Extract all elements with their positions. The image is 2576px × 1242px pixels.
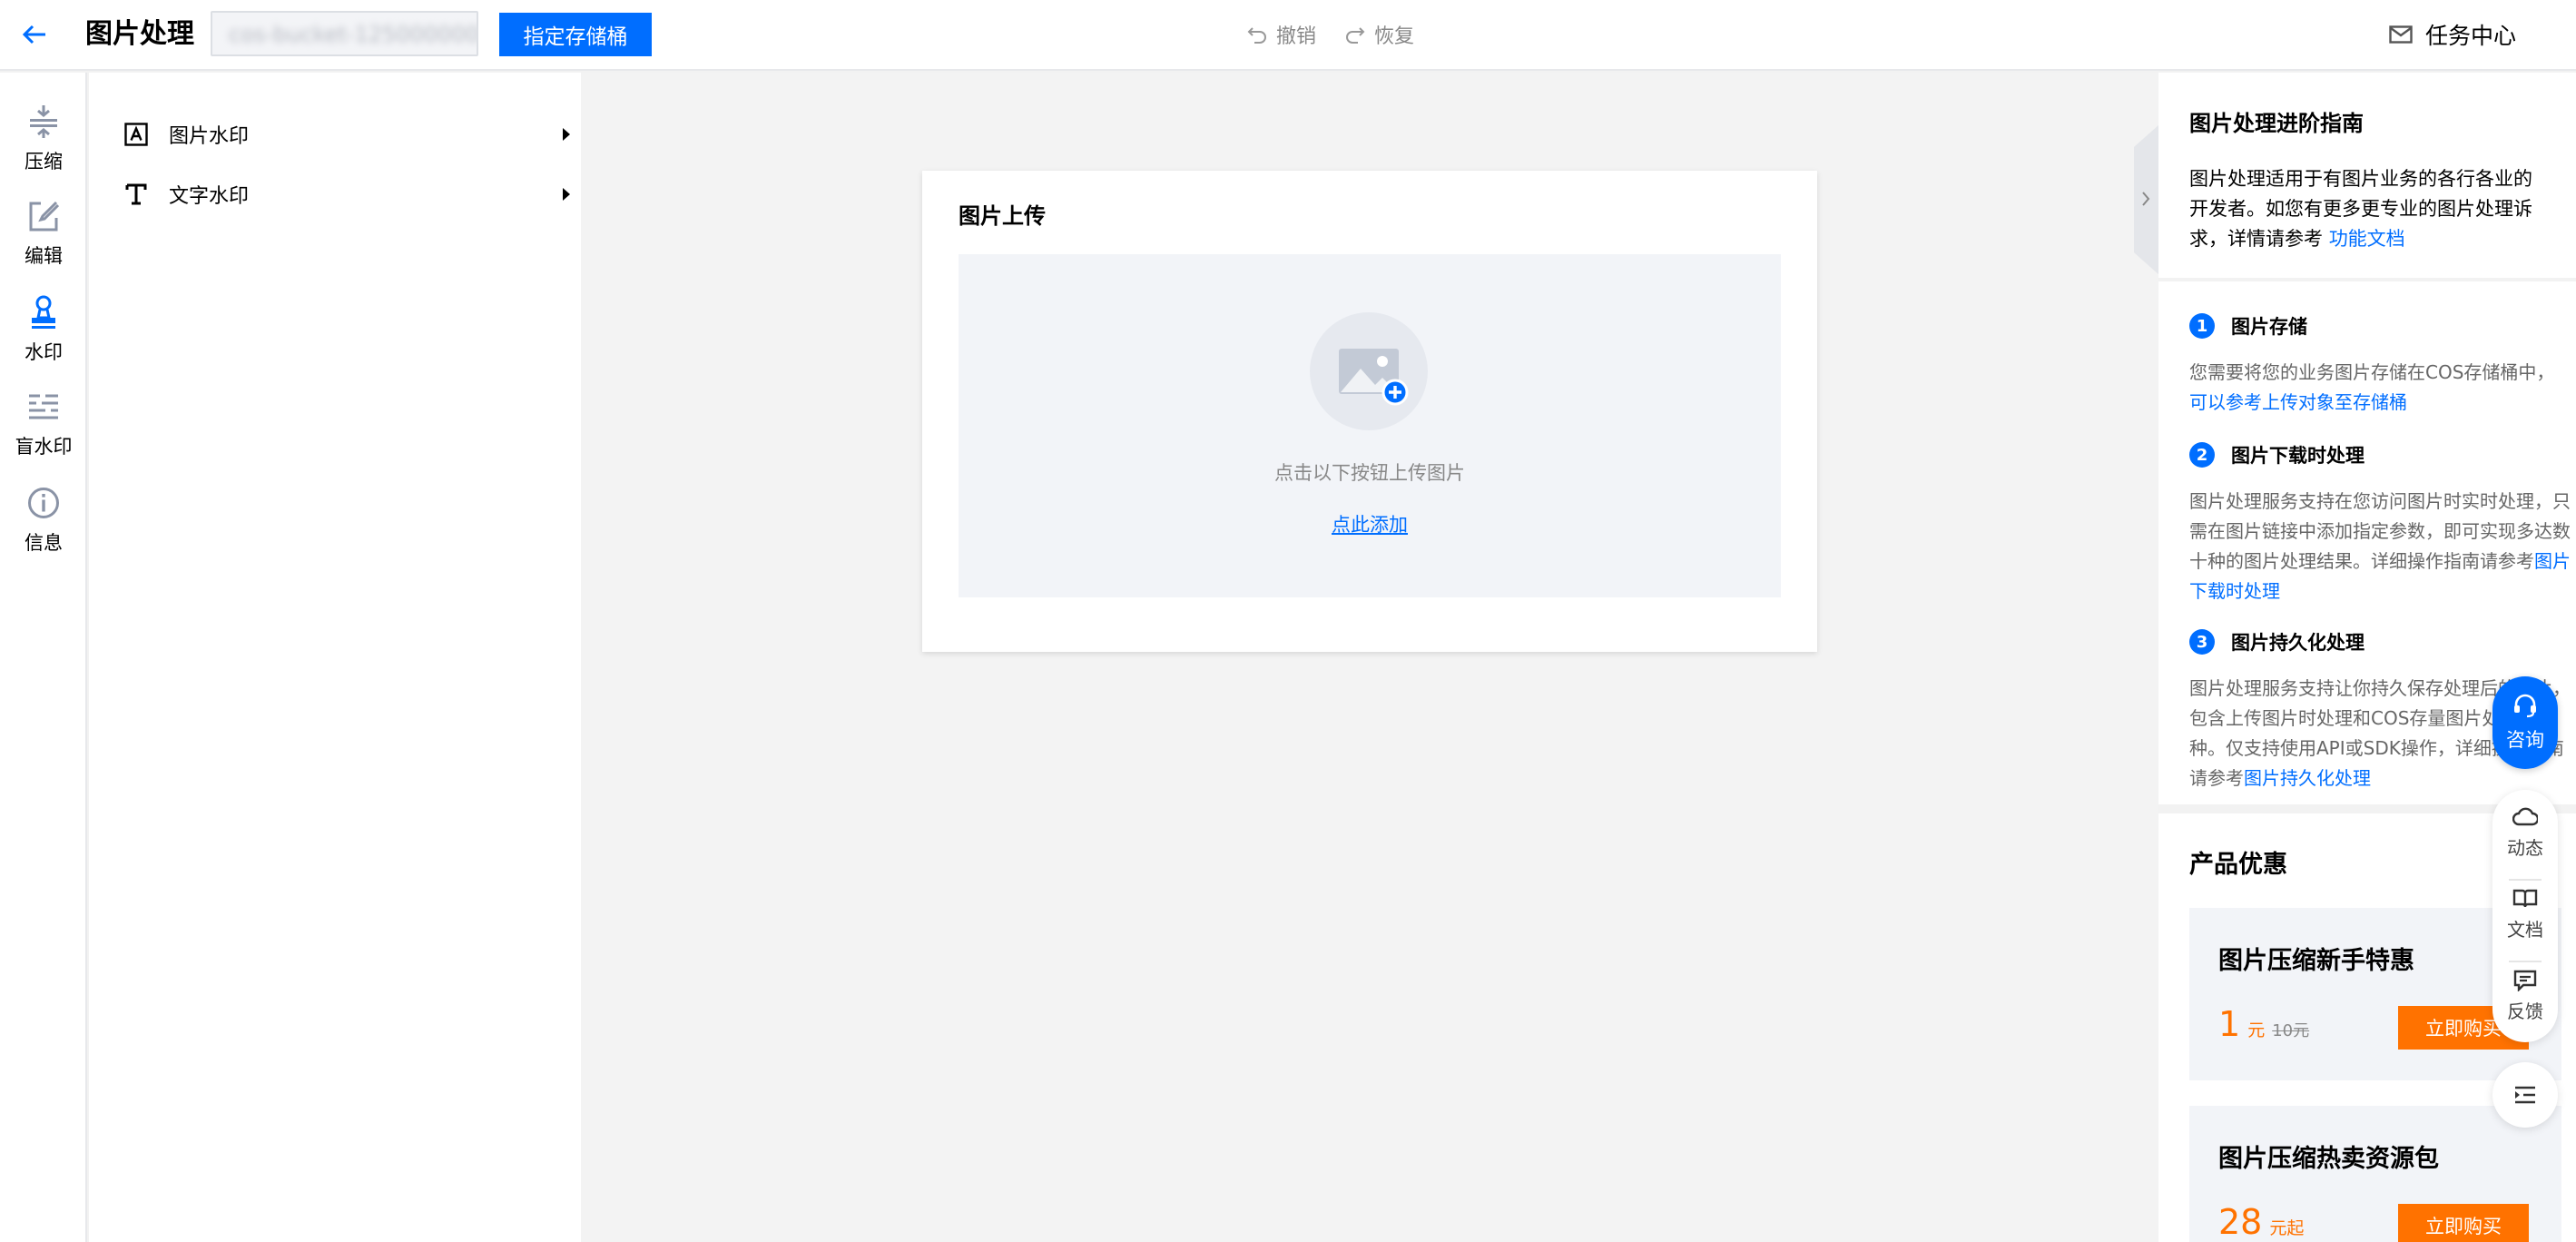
rail-item-label: 水印 — [25, 341, 63, 363]
feedback-icon — [2513, 970, 2537, 991]
step-link[interactable]: 图片持久化处理 — [2244, 767, 2371, 789]
docs-label: 文档 — [2507, 919, 2543, 941]
guide-header: 图片处理进阶指南 图片处理适用于有图片业务的各行各业的开发者。如您有更多更专业的… — [2158, 73, 2576, 278]
step-number: 3 — [2189, 629, 2215, 655]
toc-button[interactable] — [2492, 1062, 2558, 1128]
list-indent-icon — [2515, 1086, 2535, 1104]
back-button[interactable] — [16, 18, 53, 51]
step-body: 图片处理服务支持在您访问图片时实时处理，只需在图片链接中添加指定参数，即可实现多… — [2189, 487, 2571, 606]
rail-item-label: 盲水印 — [15, 436, 73, 458]
chevron-right-icon — [2142, 192, 2150, 206]
headset-icon — [2514, 694, 2536, 718]
guide-title: 图片处理进阶指南 — [2189, 111, 2364, 136]
price-unit: 元起 — [2269, 1218, 2305, 1238]
step-title: 图片存储 — [2231, 316, 2307, 338]
edit-icon — [25, 198, 62, 234]
tool-item-image-watermark[interactable]: 图片水印 — [122, 116, 639, 153]
guide-intro: 图片处理适用于有图片业务的各行各业的开发者。如您有更多更专业的图片处理诉求，详情… — [2189, 164, 2545, 254]
info-icon — [25, 485, 62, 521]
rail-item-edit[interactable]: 编辑 — [0, 198, 87, 280]
step-number: 1 — [2189, 313, 2215, 339]
canvas-area: 图片上传 点击以下按钮上传图片 点此添加 — [581, 73, 2158, 1242]
price-amount: 28 — [2218, 1202, 2263, 1242]
upload-card: 图片上传 点击以下按钮上传图片 点此添加 — [922, 171, 1817, 652]
buy-now-button[interactable]: 立即购买 — [2398, 1204, 2529, 1242]
caret-right-icon — [563, 128, 570, 141]
redo-button[interactable]: 恢复 — [1345, 18, 1414, 51]
step-link[interactable]: 可以参考上传对象至存储桶 — [2189, 391, 2407, 413]
feedback-label: 反馈 — [2507, 1000, 2543, 1022]
upload-drop-zone[interactable]: 点击以下按钮上传图片 点此添加 — [959, 254, 1781, 597]
add-image-icon — [1310, 312, 1428, 430]
rail-item-info[interactable]: 信息 — [0, 485, 87, 567]
upload-hint: 点击以下按钮上传图片 — [1274, 462, 1465, 484]
image-watermark-icon — [122, 120, 151, 149]
compress-icon — [25, 104, 62, 140]
feedback-button[interactable]: 反馈 — [2492, 970, 2558, 1042]
tool-item-label: 文字水印 — [169, 185, 250, 208]
stamp-icon — [25, 294, 62, 330]
step-text: 您需要将您的业务图片存储在COS存储桶中， — [2189, 361, 2555, 383]
docs-button[interactable]: 文档 — [2492, 888, 2558, 961]
upload-add-link[interactable]: 点此添加 — [959, 510, 1781, 537]
tool-item-label: 图片水印 — [169, 125, 250, 148]
guide-collapse-tab[interactable] — [2134, 124, 2159, 275]
upload-title: 图片上传 — [959, 203, 1046, 229]
assign-bucket-button[interactable]: 指定存储桶 — [499, 13, 652, 56]
redo-icon — [1346, 27, 1365, 44]
task-center-button[interactable]: 任务中心 — [2389, 16, 2516, 53]
task-center-label: 任务中心 — [2425, 23, 2517, 49]
consult-label: 咨询 — [2506, 729, 2544, 751]
guide-step: 2 图片下载时处理 图片处理服务支持在您访问图片时实时处理，只需在图片链接中添加… — [2189, 441, 2571, 606]
promo-title: 产品优惠 — [2189, 851, 2287, 879]
floating-toolbar: 动态 文档 反馈 — [2492, 790, 2558, 1042]
promo-card-title: 图片压缩新手特惠 — [2218, 947, 2414, 975]
arrow-left-icon — [23, 25, 45, 44]
step-title: 图片持久化处理 — [2231, 632, 2365, 654]
promo-card-title: 图片压缩热卖资源包 — [2218, 1145, 2439, 1173]
mail-icon — [2389, 25, 2413, 44]
guide-step: 1 图片存储 您需要将您的业务图片存储在COS存储桶中， 可以参考上传对象至存储桶 — [2189, 312, 2571, 418]
bucket-select-value: cos-bucket-1250000000 — [229, 22, 478, 47]
rail-item-watermark[interactable]: 水印 — [0, 294, 87, 376]
rail-item-label: 信息 — [25, 532, 63, 554]
step-text: 图片处理服务支持在您访问图片时实时处理，只需在图片链接中添加指定参数，即可实现多… — [2189, 490, 2571, 572]
promo-price: 1 元 10元 — [2218, 1004, 2309, 1044]
rail-item-label: 压缩 — [25, 151, 63, 172]
promo-price: 28 元起 — [2218, 1202, 2304, 1242]
step-number: 2 — [2189, 442, 2215, 468]
step-body: 您需要将您的业务图片存储在COS存储桶中， 可以参考上传对象至存储桶 — [2189, 358, 2571, 418]
book-icon — [2512, 889, 2538, 908]
blind-watermark-icon — [25, 389, 62, 425]
undo-button[interactable]: 撤销 — [1247, 18, 1316, 51]
left-rail: 压缩 编辑 水印 盲水印 信息 — [0, 73, 87, 1242]
news-button[interactable]: 动态 — [2492, 806, 2558, 879]
price-original: 10元 — [2272, 1021, 2310, 1040]
undo-label: 撤销 — [1276, 25, 1317, 48]
cloud-icon — [2512, 807, 2538, 826]
feature-docs-link[interactable]: 功能文档 — [2329, 228, 2405, 250]
promo-card: 图片压缩热卖资源包 28 元起 立即购买 — [2189, 1106, 2561, 1242]
rail-item-compress[interactable]: 压缩 — [0, 104, 87, 185]
undo-icon — [1247, 27, 1266, 44]
tool-panel: 图片水印 文字水印 — [89, 73, 581, 1242]
rail-item-label: 编辑 — [25, 245, 63, 267]
bucket-select[interactable]: cos-bucket-1250000000 — [211, 11, 478, 56]
news-label: 动态 — [2507, 837, 2543, 859]
tool-item-text-watermark[interactable]: 文字水印 — [122, 176, 639, 212]
divider — [2509, 879, 2542, 881]
text-watermark-icon — [122, 180, 151, 209]
rail-item-blind-watermark[interactable]: 盲水印 — [0, 389, 87, 470]
consult-button[interactable]: 咨询 — [2492, 676, 2558, 769]
price-unit: 元 — [2247, 1020, 2266, 1040]
step-title: 图片下载时处理 — [2231, 445, 2365, 467]
price-amount: 1 — [2218, 1004, 2241, 1044]
caret-right-icon — [563, 188, 570, 201]
redo-label: 恢复 — [1374, 25, 1415, 48]
page-title: 图片处理 — [85, 18, 194, 50]
divider — [2509, 961, 2542, 962]
top-bar: 图片处理 cos-bucket-1250000000 指定存储桶 撤销 恢复 任… — [0, 0, 2576, 71]
